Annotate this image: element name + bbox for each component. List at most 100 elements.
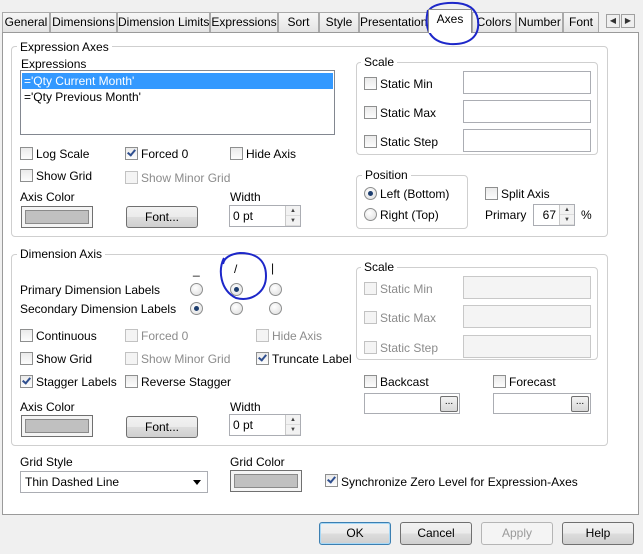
primary-spin[interactable]: ▲ ▼ [559,205,574,225]
tab-dimension-limits[interactable]: Dimension Limits [117,12,210,32]
static-min-label: Static Min [380,77,433,91]
list-item[interactable]: ='Qty Current Month' [22,73,333,89]
truncate-label-checkbox[interactable] [256,352,269,365]
continuous-checkbox[interactable] [20,329,33,342]
tab-scroll-left-icon[interactable]: ◀ [606,14,620,28]
dim-show-grid-label: Show Grid [36,352,93,366]
dim-show-grid-checkbox[interactable] [20,352,33,365]
tab-axes[interactable]: Axes [428,9,472,33]
tab-presentation[interactable]: Presentation [359,12,428,32]
sync-zero-label: Synchronize Zero Level for Expression-Ax… [341,475,578,489]
forced-0-checkbox[interactable] [125,147,138,160]
axis-color-button[interactable] [21,206,93,228]
tab-scroll-right-icon[interactable]: ▶ [621,14,635,28]
dim-axis-color-swatch [25,419,89,433]
check-icon [127,147,136,157]
hide-axis-checkbox[interactable] [230,147,243,160]
backcast-checkbox[interactable] [364,375,377,388]
tab-number[interactable]: Number [516,12,563,32]
spin-down-icon[interactable]: ▼ [286,425,300,435]
tab-style[interactable]: Style [319,12,359,32]
dim-width-spin[interactable]: ▲ ▼ [285,415,300,435]
dimension-font-button[interactable]: Font... [126,416,198,438]
show-grid-checkbox[interactable] [20,169,33,182]
truncate-label-label: Truncate Label [272,352,352,366]
grid-style-dropdown[interactable]: Thin Dashed Line [20,471,208,493]
position-right-top-radio[interactable] [364,208,377,221]
width-stepper[interactable]: ▲▼ [229,205,301,227]
log-scale-checkbox[interactable] [20,147,33,160]
grid-color-button[interactable] [230,470,302,492]
forecast-label: Forecast [509,375,556,389]
spin-down-icon[interactable]: ▼ [560,215,574,225]
static-step-field[interactable] [463,129,591,152]
tab-general[interactable]: General [2,12,50,32]
dim-static-step-checkbox[interactable] [364,341,377,354]
static-min-checkbox[interactable] [364,77,377,90]
grid-style-value: Thin Dashed Line [25,475,120,489]
stagger-labels-checkbox[interactable] [20,375,33,388]
orientation-horizontal-icon: _ [193,263,200,277]
primary-dimension-labels: Primary Dimension Labels [20,283,161,297]
primary-stepper[interactable]: ▲▼ [533,204,575,226]
chevron-down-icon[interactable] [193,480,201,485]
split-axis-label: Split Axis [501,187,550,201]
show-minor-grid-label: Show Minor Grid [141,171,231,185]
check-icon [258,352,267,362]
dim-static-min-label: Static Min [380,282,433,296]
dim-show-minor-grid-checkbox[interactable] [125,352,138,365]
ok-button[interactable]: OK [319,522,391,545]
apply-button[interactable]: Apply [481,522,553,545]
backcast-label: Backcast [380,375,429,389]
spin-up-icon[interactable]: ▲ [286,206,300,216]
spin-up-icon[interactable]: ▲ [560,205,574,215]
show-minor-grid-checkbox[interactable] [125,171,138,184]
dim-static-max-field[interactable] [463,305,591,328]
sync-zero-checkbox[interactable] [325,474,338,487]
secondary-labels-horizontal-radio[interactable] [190,302,203,315]
static-max-field[interactable] [463,100,591,123]
dim-axis-color-button[interactable] [21,415,93,437]
primary-labels-diagonal-radio[interactable] [230,283,243,296]
tab-expressions[interactable]: Expressions [210,12,278,32]
primary-labels-vertical-radio[interactable] [269,283,282,296]
expressions-label: Expressions [21,57,87,71]
cancel-button[interactable]: Cancel [400,522,472,545]
spin-up-icon[interactable]: ▲ [286,415,300,425]
tab-colors[interactable]: Colors [472,12,516,32]
backcast-ellipsis-button[interactable]: ... [440,396,458,412]
dim-static-step-field[interactable] [463,335,591,358]
forecast-checkbox[interactable] [493,375,506,388]
static-max-checkbox[interactable] [364,106,377,119]
position-left-bottom-radio[interactable] [364,187,377,200]
split-axis-checkbox[interactable] [485,187,498,200]
dim-hide-axis-checkbox[interactable] [256,329,269,342]
expression-scale-title: Scale [361,55,398,69]
help-button[interactable]: Help [562,522,634,545]
expression-font-button[interactable]: Font... [126,206,198,228]
dim-static-max-checkbox[interactable] [364,311,377,324]
spin-down-icon[interactable]: ▼ [286,216,300,226]
tab-dimensions[interactable]: Dimensions [50,12,117,32]
reverse-stagger-checkbox[interactable] [125,375,138,388]
width-spin[interactable]: ▲ ▼ [285,206,300,226]
dim-static-min-field[interactable] [463,276,591,299]
secondary-labels-diagonal-radio[interactable] [230,302,243,315]
check-icon [327,474,336,484]
dim-width-stepper[interactable]: ▲▼ [229,414,301,436]
tab-font[interactable]: Font [563,12,599,32]
expressions-list[interactable]: ='Qty Current Month' ='Qty Previous Mont… [20,70,335,135]
dim-static-min-checkbox[interactable] [364,282,377,295]
list-item[interactable]: ='Qty Previous Month' [22,89,333,105]
grid-style-label: Grid Style [20,455,73,469]
static-step-checkbox[interactable] [364,135,377,148]
dim-hide-axis-label: Hide Axis [272,329,323,343]
secondary-labels-vertical-radio[interactable] [269,302,282,315]
forecast-ellipsis-button[interactable]: ... [571,396,589,412]
tab-sort[interactable]: Sort [278,12,319,32]
dim-forced-0-checkbox[interactable] [125,329,138,342]
static-min-field[interactable] [463,71,591,94]
static-step-label: Static Step [380,135,439,149]
primary-labels-horizontal-radio[interactable] [190,283,203,296]
dim-axis-color-label: Axis Color [20,400,75,414]
